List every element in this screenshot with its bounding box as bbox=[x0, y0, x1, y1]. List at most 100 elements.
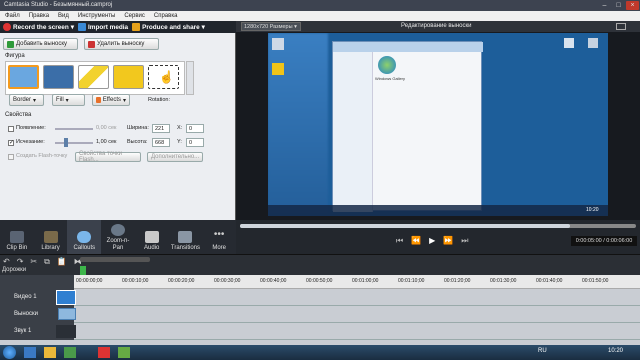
preview-clock: 10:20 bbox=[586, 207, 599, 213]
menu-help[interactable]: Справка bbox=[154, 11, 178, 21]
zoom-slider[interactable] bbox=[80, 257, 150, 262]
shape-yellow-callout[interactable] bbox=[113, 65, 144, 89]
ruler-corner bbox=[0, 275, 74, 289]
border-dropdown[interactable]: Border ▾ bbox=[9, 94, 44, 106]
delete-icon bbox=[88, 40, 95, 48]
undo-icon[interactable]: ↶ bbox=[3, 257, 10, 267]
tab-clip-bin[interactable]: Clip Bin bbox=[0, 220, 34, 254]
blur-callout-region[interactable] bbox=[268, 33, 328, 213]
window-title: Camtasia Studio - Безымянный.camproj bbox=[4, 2, 113, 8]
app-icon[interactable] bbox=[118, 347, 130, 358]
track-video-1[interactable]: Видео 1 bbox=[0, 289, 640, 306]
menu-service[interactable]: Сервис bbox=[124, 11, 145, 21]
transport-buttons: ⏮ ⏪ ▶ ⏩ ⏭ bbox=[396, 236, 469, 246]
transition-icon bbox=[178, 231, 193, 243]
x-field[interactable]: 0 bbox=[186, 124, 204, 133]
menu-file[interactable]: Файл bbox=[5, 11, 20, 21]
shape-dark-callout[interactable] bbox=[43, 65, 74, 89]
height-field[interactable]: 668 bbox=[152, 138, 170, 147]
app-icon[interactable] bbox=[64, 347, 76, 358]
advanced-button[interactable]: Дополнительно... bbox=[147, 152, 203, 162]
tab-more[interactable]: ••• More bbox=[202, 220, 236, 254]
desktop-icon bbox=[272, 38, 284, 50]
tab-zoom-n-pan[interactable]: Zoom-n- Pan bbox=[101, 220, 135, 254]
speaker-icon bbox=[144, 231, 159, 243]
tracks-label: Дорожки bbox=[2, 267, 27, 273]
y-field[interactable]: 0 bbox=[186, 138, 204, 147]
task-tabs: Clip Bin Library Callouts Zoom-n- Pan Au… bbox=[0, 220, 236, 254]
import-media-button[interactable]: Import media bbox=[77, 23, 128, 31]
fade-out-checkbox[interactable]: ✓ bbox=[8, 140, 14, 146]
record-screen-button[interactable]: Record the screen ▾ bbox=[3, 23, 74, 31]
shape-highlight[interactable] bbox=[78, 65, 109, 89]
copy-icon[interactable]: ⧉ bbox=[44, 257, 50, 267]
explorer-window: Windows Gallery bbox=[332, 41, 483, 212]
fade-out-value: 1,00 сек bbox=[96, 139, 117, 145]
tab-transitions[interactable]: Transitions bbox=[169, 220, 203, 254]
timeline-tracks: Видео 1 Выноски Звук 1 bbox=[0, 289, 640, 345]
tab-audio[interactable]: Audio bbox=[135, 220, 169, 254]
time-readout: 0:00:05:00 / 0:00:06:00 bbox=[571, 236, 637, 246]
shape-rect-callout[interactable] bbox=[8, 65, 39, 89]
language-indicator[interactable]: RU bbox=[538, 348, 547, 354]
menu-edit[interactable]: Правка bbox=[29, 11, 49, 21]
chevron-down-icon: ▾ bbox=[122, 97, 126, 104]
seek-bar[interactable] bbox=[240, 224, 636, 228]
ruler-tick: 00:01:30;00 bbox=[490, 278, 517, 284]
preview-size-select[interactable]: 1280x720 Размеры ▾ bbox=[241, 22, 301, 31]
tab-library[interactable]: Library bbox=[34, 220, 68, 254]
preview-title: Редактирование выноски bbox=[401, 23, 472, 29]
paste-icon[interactable]: 📋 bbox=[57, 257, 67, 267]
fill-dropdown[interactable]: Fill ▾ bbox=[52, 94, 85, 106]
video-clip[interactable] bbox=[56, 290, 76, 305]
callout-clip[interactable] bbox=[58, 308, 76, 320]
shape-gallery-scrollbar[interactable] bbox=[186, 61, 194, 95]
ie-icon[interactable] bbox=[24, 347, 36, 358]
audio-clip[interactable] bbox=[56, 325, 76, 338]
redo-icon[interactable]: ↷ bbox=[17, 257, 24, 267]
chevron-down-icon: ▾ bbox=[201, 24, 205, 31]
rewind-icon[interactable]: ⏪ bbox=[411, 236, 421, 246]
menu-bar: Файл Правка Вид Инструменты Сервис Справ… bbox=[0, 11, 640, 21]
track-callouts[interactable]: Выноски bbox=[0, 306, 640, 323]
yandex-icon[interactable] bbox=[98, 347, 110, 358]
flash-hotspot-checkbox[interactable] bbox=[8, 154, 14, 160]
effects-dropdown[interactable]: Effects ▾ bbox=[92, 94, 130, 106]
fade-out-slider[interactable] bbox=[55, 138, 93, 147]
ruler-tick: 00:01:40;00 bbox=[536, 278, 563, 284]
explorer-icon[interactable] bbox=[44, 347, 56, 358]
flash-hotspot-label: Создать Flash-точку bbox=[16, 153, 68, 159]
shape-click-cursor[interactable]: ☝ bbox=[148, 65, 179, 89]
fast-forward-icon[interactable]: ⏩ bbox=[443, 236, 453, 246]
fade-out-label: Исчезание: bbox=[16, 139, 45, 145]
fade-in-value: 0,00 сек bbox=[96, 125, 117, 131]
close-icon[interactable]: × bbox=[626, 1, 639, 10]
cut-icon[interactable]: ✂ bbox=[30, 257, 37, 267]
track-audio-1[interactable]: Звук 1 bbox=[0, 323, 640, 340]
next-icon[interactable]: ⏭ bbox=[461, 236, 468, 246]
fade-in-checkbox[interactable] bbox=[8, 126, 14, 132]
taskbar-clock: 10:20 bbox=[608, 348, 624, 354]
height-label: Высота: bbox=[127, 139, 148, 145]
delete-callout-button[interactable]: Удалить выноску bbox=[84, 38, 159, 50]
fade-in-slider[interactable] bbox=[55, 124, 93, 133]
playback-controls: ⏮ ⏪ ▶ ⏩ ⏭ 0:00:05:00 / 0:00:06:00 bbox=[236, 220, 640, 254]
tab-callouts[interactable]: Callouts bbox=[67, 220, 102, 254]
start-button-icon[interactable] bbox=[3, 346, 16, 359]
play-icon[interactable]: ▶ bbox=[429, 236, 435, 246]
produce-share-button[interactable]: Produce and share ▾ bbox=[132, 23, 205, 31]
windows-gallery-icon[interactable] bbox=[378, 56, 396, 74]
minimize-icon[interactable]: – bbox=[598, 1, 611, 10]
width-field[interactable]: 221 bbox=[152, 124, 170, 133]
rotation-label: Rotation: bbox=[148, 97, 171, 103]
more-icon: ••• bbox=[213, 229, 225, 240]
ruler-tick: 00:00:30;00 bbox=[214, 278, 241, 284]
fullscreen-icon[interactable] bbox=[616, 23, 626, 30]
slider-thumb[interactable] bbox=[64, 138, 68, 147]
menu-tools[interactable]: Инструменты bbox=[78, 11, 115, 21]
menu-view[interactable]: Вид bbox=[58, 11, 69, 21]
add-callout-button[interactable]: Добавить выноску bbox=[3, 38, 78, 50]
previous-icon[interactable]: ⏮ bbox=[396, 236, 403, 246]
maximize-icon[interactable]: □ bbox=[612, 1, 625, 10]
flash-properties-button[interactable]: Свойства точки Flash... bbox=[75, 151, 141, 163]
